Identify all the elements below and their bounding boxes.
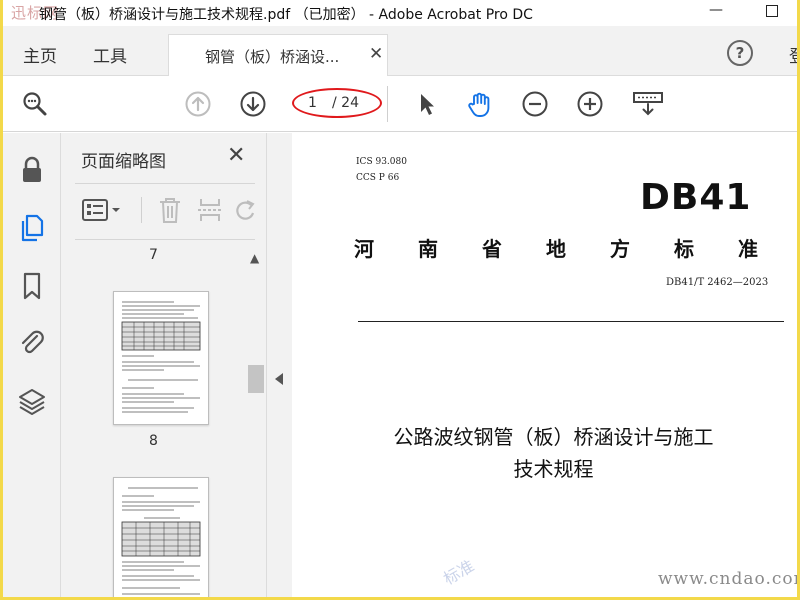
document-tab[interactable]: 钢管（板）桥涵设... ✕ [168,34,388,76]
annotation-circle [292,88,382,118]
thumbnail-list: 7 8 [61,243,246,597]
page-number-label: 7 [149,247,158,263]
page-thumbnails-panel: 页面缩略图 ✕ 7 8 ▲ [61,133,266,597]
previous-page-icon[interactable] [184,90,212,118]
faint-watermark: 标准 [440,556,478,589]
page-thumbnail[interactable] [113,291,209,425]
sign-in-button[interactable]: 登 [789,42,797,67]
toolbar: 1 / 24 [3,76,797,132]
thumbnail-options-icon[interactable] [81,195,127,225]
left-navigation-rail [3,133,61,597]
extract-page-icon[interactable] [195,195,225,225]
panel-divider [75,239,255,240]
panel-tool-divider [141,197,142,223]
layers-icon[interactable] [17,387,47,417]
panel-title: 页面缩略图 [81,152,166,172]
document-title-line2: 技术规程 [513,457,594,481]
attachment-icon[interactable] [17,327,47,357]
tools-menu[interactable]: 工具 [93,42,127,67]
close-tab-icon[interactable]: ✕ [369,44,383,64]
zoom-in-icon[interactable] [576,90,604,118]
site-watermark: www.cndao.com [658,569,797,589]
rotate-page-icon[interactable] [233,195,257,225]
menu-bar: 主页 工具 钢管（板）桥涵设... ✕ ? 登 [3,26,797,76]
close-panel-icon[interactable]: ✕ [227,143,245,168]
document-title-line1: 公路波纹钢管（板）桥涵设计与施工 [393,425,714,449]
acrobat-window: 迅标网 钢管（板）桥涵设计与施工技术规程.pdf （已加密） - Adobe A… [3,0,797,597]
page-thumbnails-icon[interactable] [17,213,47,243]
standard-number: DB41/T 2462—2023 [666,277,769,288]
next-page-icon[interactable] [239,90,267,118]
window-title: 钢管（板）桥涵设计与施工技术规程.pdf （已加密） - Adobe Acrob… [39,7,533,23]
toolbar-divider [387,86,388,122]
scroll-mode-icon[interactable] [631,90,665,118]
ccs-code: CCS P 66 [356,173,400,183]
zoom-out-icon[interactable] [521,90,549,118]
delete-page-icon[interactable] [155,195,185,225]
ics-code: ICS 93.080 [356,157,407,167]
thumbnail-scrollbar[interactable]: ▲ [246,243,266,597]
zoom-search-icon[interactable] [21,90,49,118]
scrollbar-thumb[interactable] [248,365,264,393]
standard-category-title: 河南省地方标准 [354,237,797,261]
document-viewer[interactable]: ICS 93.080 CCS P 66 DB41 河南省地方标准 DB41/T … [292,133,797,597]
document-tab-label: 钢管（板）桥涵设... [205,48,340,66]
lock-icon[interactable] [17,155,47,185]
title-bar: 迅标网 钢管（板）桥涵设计与施工技术规程.pdf （已加密） - Adobe A… [3,0,797,26]
maximize-button[interactable] [766,5,778,17]
home-menu[interactable]: 主页 [23,42,57,67]
select-cursor-icon[interactable] [413,90,441,118]
bookmark-icon[interactable] [17,271,47,301]
pdf-page: ICS 93.080 CCS P 66 DB41 河南省地方标准 DB41/T … [292,133,797,597]
hand-tool-icon[interactable] [465,90,493,118]
scroll-up-icon[interactable]: ▲ [250,251,259,265]
header-rule [358,321,784,322]
help-icon[interactable]: ? [727,40,753,66]
panel-divider [75,183,255,184]
page-number-label: 8 [149,433,158,449]
collapse-arrow-icon[interactable] [275,373,283,385]
panel-collapse-bar[interactable] [266,133,292,597]
minimize-button[interactable]: — [709,2,723,18]
standard-code: DB41 [640,177,752,218]
page-navigator: 1 / 24 [292,88,382,118]
page-thumbnail[interactable] [113,477,209,597]
